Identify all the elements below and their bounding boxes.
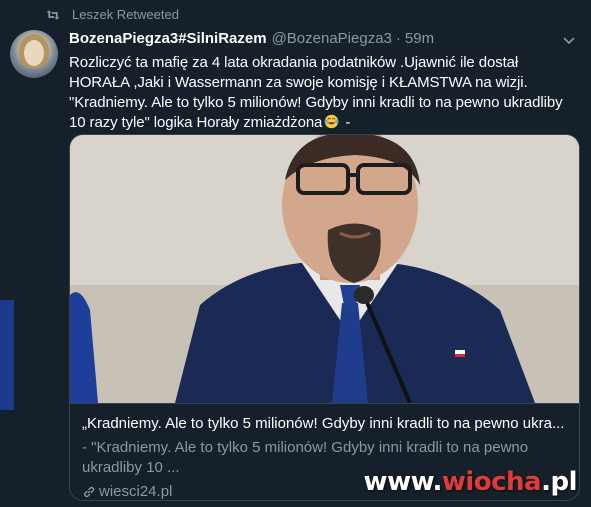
tweet-text: Rozliczyć ta mafię za 4 lata okradania p…	[69, 53, 579, 133]
tweet-header: BozenaPiegza3#SilniRazem @BozenaPiegza3 …	[69, 29, 575, 49]
avatar-face	[24, 40, 44, 66]
handle[interactable]: @BozenaPiegza3	[272, 29, 392, 49]
card-title: „Kradniemy. Ale to tylko 5 milionów! Gdy…	[82, 415, 565, 432]
card-image[interactable]	[70, 135, 579, 403]
tweet-text-fragment: 10 razy tyle" logika Horały zmiażdżona	[69, 114, 323, 131]
retweet-icon	[46, 9, 60, 20]
retweet-indicator[interactable]: Leszek Retweeted	[46, 7, 179, 22]
watermark-prefix: www.	[363, 467, 443, 497]
chevron-down-icon[interactable]	[561, 32, 577, 48]
site-watermark: www.wiocha.pl	[363, 467, 578, 497]
previous-tweet-fragment	[0, 300, 14, 410]
timestamp[interactable]: 59m	[405, 29, 434, 49]
tweet[interactable]: Leszek Retweeted BozenaPiegza3#SilniRaze…	[0, 0, 591, 507]
tweet-text-line: Rozliczyć ta mafię za 4 lata okradania p…	[69, 54, 519, 71]
display-name[interactable]: BozenaPiegza3#SilniRazem	[69, 29, 267, 49]
card-domain-text: wiesci24.pl	[99, 483, 173, 500]
tweet-text-line-last: 10 razy tyle" logika Horały zmiażdżona -	[69, 113, 579, 133]
tweet-text-line: HORAŁA ,Jaki i Wassermann za swoje komis…	[69, 74, 528, 91]
watermark-suffix: .pl	[541, 467, 577, 497]
tweet-text-fragment: -	[341, 114, 351, 131]
retweet-label: Leszek Retweeted	[72, 7, 179, 22]
link-icon	[83, 486, 95, 498]
avatar[interactable]	[10, 30, 58, 78]
separator-dot: ·	[395, 30, 401, 47]
tweet-text-line: "Kradniemy. Ale to tylko 5 milionów! Gdy…	[69, 94, 563, 111]
link-card[interactable]: „Kradniemy. Ale to tylko 5 milionów! Gdy…	[69, 134, 580, 501]
card-description-line: - "Kradniemy. Ale to tylko 5 milionów! G…	[82, 439, 529, 456]
card-photo	[70, 135, 579, 403]
laughing-tears-emoji-icon	[325, 114, 339, 129]
watermark-highlight: wiocha	[441, 467, 542, 497]
